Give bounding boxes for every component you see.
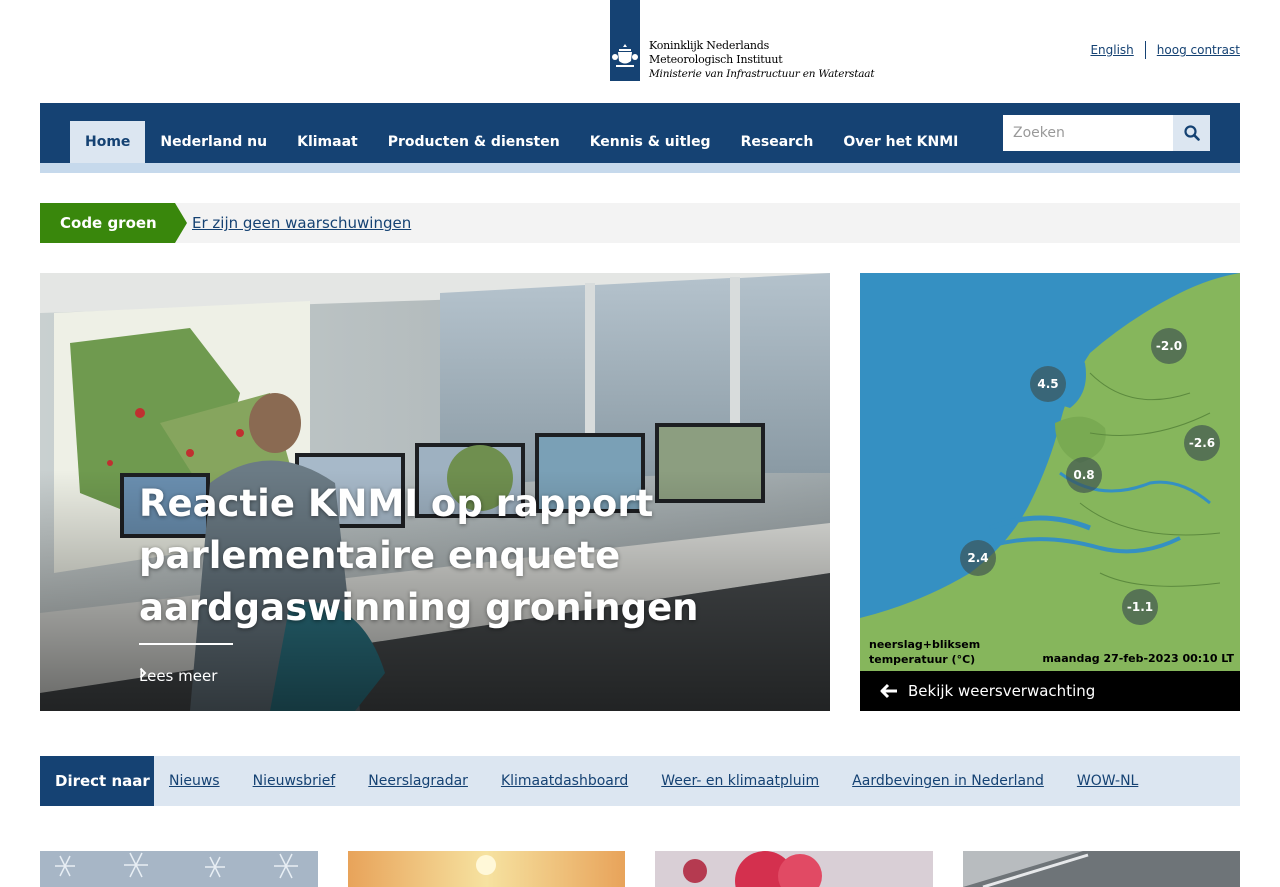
utility-links: English hoog contrast	[1090, 41, 1240, 59]
map-timestamp: maandag 27-feb-2023 00:10 LT	[1042, 652, 1234, 665]
direct-link-aardbevingen[interactable]: Aardbevingen in Nederland	[852, 756, 1044, 806]
news-thumbnail-instrument[interactable]	[963, 851, 1241, 887]
search-input[interactable]	[1003, 115, 1173, 151]
nav-item-nederland-nu[interactable]: Nederland nu	[145, 121, 282, 163]
news-thumbnail-sun[interactable]	[348, 851, 626, 887]
weather-map-card[interactable]: -2.0 4.5 -2.6 0.8 2.4 -1.1 neerslag+blik…	[860, 273, 1240, 711]
temperature-marker: -1.1	[1122, 589, 1158, 625]
temperature-marker: 0.8	[1066, 457, 1102, 493]
map-legend-line-1: neerslag+bliksem	[869, 638, 981, 651]
news-thumbnail-frost[interactable]	[40, 851, 318, 887]
site-header: Koninklijk Nederlands Meteorologisch Ins…	[0, 0, 1280, 103]
warning-link[interactable]: Er zijn geen waarschuwingen	[192, 203, 411, 243]
temperature-marker: 4.5	[1030, 366, 1066, 402]
nav-items: Home Nederland nu Klimaat Producten & di…	[70, 121, 973, 163]
logo-line-1: Koninklijk Nederlands	[649, 39, 770, 52]
sun-image	[348, 851, 625, 887]
read-more-link[interactable]: Lees meer	[139, 667, 217, 685]
knmi-logo[interactable]: Koninklijk Nederlands Meteorologisch Ins…	[610, 0, 875, 86]
direct-link-nieuwsbrief[interactable]: Nieuwsbrief	[253, 756, 336, 806]
nav-bar: Home Nederland nu Klimaat Producten & di…	[40, 103, 1240, 163]
nav-underline-strip	[40, 163, 1240, 173]
english-link[interactable]: English	[1090, 43, 1133, 57]
frozen-rose-image	[655, 851, 933, 887]
main-navigation: Home Nederland nu Klimaat Producten & di…	[40, 103, 1240, 173]
search-button[interactable]	[1173, 115, 1210, 151]
direct-link-klimaatdashboard[interactable]: Klimaatdashboard	[501, 756, 628, 806]
frost-image	[40, 851, 318, 887]
high-contrast-link[interactable]: hoog contrast	[1157, 43, 1240, 57]
search-form	[1003, 115, 1210, 151]
hero-article[interactable]: Reactie KNMI op rapport parlementaire en…	[40, 273, 830, 711]
warning-code-badge: Code groen	[40, 203, 175, 243]
temperature-marker: 2.4	[960, 540, 996, 576]
royal-emblem-icon	[612, 44, 638, 67]
forecast-link[interactable]: Bekijk weersverwachting	[860, 671, 1240, 711]
direct-label: Direct naar	[40, 756, 154, 806]
logo-line-2: Meteorologisch Instituut	[649, 53, 783, 66]
instrument-image	[963, 851, 1240, 887]
direct-link-weer-klimaatpluim[interactable]: Weer- en klimaatpluim	[661, 756, 819, 806]
chevron-right-icon	[139, 667, 147, 679]
news-thumbnail-frozen-rose[interactable]	[655, 851, 933, 887]
direct-link-neerslagradar[interactable]: Neerslagradar	[368, 756, 468, 806]
direct-links: Nieuws Nieuwsbrief Neerslagradar Klimaat…	[169, 756, 1171, 806]
nav-item-home[interactable]: Home	[70, 121, 146, 163]
forecast-link-label: Bekijk weersverwachting	[908, 682, 1096, 700]
temperature-marker: -2.0	[1151, 328, 1187, 364]
map-legend-line-2: temperatuur (°C)	[869, 653, 976, 666]
arrow-left-icon	[880, 683, 897, 699]
direct-links-bar: Direct naar Nieuws Nieuwsbrief Neerslagr…	[40, 756, 1240, 806]
nav-item-klimaat[interactable]: Klimaat	[282, 121, 373, 163]
nav-item-kennis-uitleg[interactable]: Kennis & uitleg	[575, 121, 726, 163]
nav-item-research[interactable]: Research	[726, 121, 829, 163]
temperature-marker: -2.6	[1184, 425, 1220, 461]
nav-item-producten-diensten[interactable]: Producten & diensten	[373, 121, 575, 163]
warning-code-arrow	[175, 203, 187, 243]
logo-text: Koninklijk Nederlands Meteorologisch Ins…	[640, 0, 875, 86]
logo-emblem-box	[610, 0, 640, 81]
warning-bar: Code groen Er zijn geen waarschuwingen	[40, 203, 1240, 243]
weather-map	[860, 273, 1240, 671]
nav-item-over-het-knmi[interactable]: Over het KNMI	[828, 121, 973, 163]
map-legend: neerslag+bliksem temperatuur (°C)	[869, 637, 980, 667]
divider	[1144, 41, 1146, 59]
logo-line-3: Ministerie van Infrastructuur en Waterst…	[649, 68, 875, 80]
hero-title[interactable]: Reactie KNMI op rapport parlementaire en…	[139, 478, 759, 634]
direct-link-nieuws[interactable]: Nieuws	[169, 756, 220, 806]
search-icon	[1183, 125, 1200, 141]
hero-title-underline	[139, 643, 233, 645]
direct-link-wow-nl[interactable]: WOW-NL	[1077, 756, 1138, 806]
read-more-label: Lees meer	[139, 667, 218, 685]
